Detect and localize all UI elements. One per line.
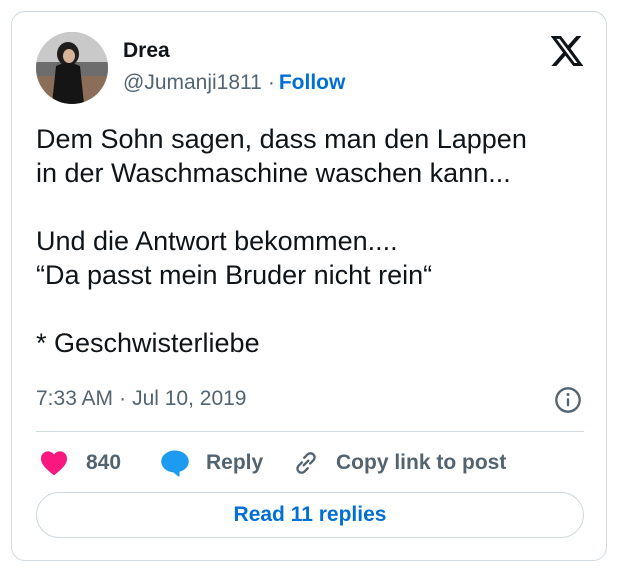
copy-link-button[interactable]: Copy link to post <box>292 446 506 480</box>
tweet-line: “Da passt mein Bruder nicht rein“ <box>36 260 433 290</box>
tweet-text: Dem Sohn sagen, dass man den Lappen in d… <box>36 122 596 360</box>
tweet-line: in der Waschmaschine waschen kann... <box>36 158 511 188</box>
like-button[interactable]: 840 <box>40 446 121 480</box>
copy-link-label: Copy link to post <box>336 451 507 474</box>
avatar-photo <box>36 32 108 104</box>
avatar[interactable] <box>36 32 108 104</box>
author-handle[interactable]: @Jumanji1811 <box>123 71 262 94</box>
reply-label: Reply <box>206 451 264 474</box>
reply-button[interactable]: Reply <box>160 446 263 480</box>
tweet-timestamp[interactable]: 7:33 AM · Jul 10, 2019 <box>36 386 247 412</box>
link-icon <box>296 452 316 474</box>
follow-button[interactable]: Follow <box>279 71 346 94</box>
timestamp-separator: · <box>119 387 127 410</box>
tweet-card: Drea @Jumanji1811 · Follow Dem Sohn sagen,… <box>11 11 607 561</box>
x-logo-icon[interactable] <box>550 36 584 66</box>
divider <box>36 431 584 432</box>
handle-separator: · <box>267 71 275 94</box>
tweet-line: Dem Sohn sagen, dass man den Lappen <box>36 124 527 154</box>
heart-icon <box>40 451 68 476</box>
read-replies-button[interactable]: Read 11 replies <box>36 492 584 538</box>
author-handle-row: @Jumanji1811 · Follow <box>123 70 345 96</box>
author-name[interactable]: Drea <box>123 38 170 64</box>
tweet-line: * Geschwisterliebe <box>36 328 260 358</box>
like-count: 840 <box>86 451 122 474</box>
speech-bubble-icon <box>161 450 189 477</box>
tweet-date: Jul 10, 2019 <box>132 387 247 410</box>
tweet-line: Und die Antwort bekommen.... <box>36 226 398 256</box>
info-icon[interactable] <box>554 386 582 414</box>
tweet-time: 7:33 AM <box>36 387 114 410</box>
action-bar: 840 Reply Copy link to post <box>36 446 596 480</box>
